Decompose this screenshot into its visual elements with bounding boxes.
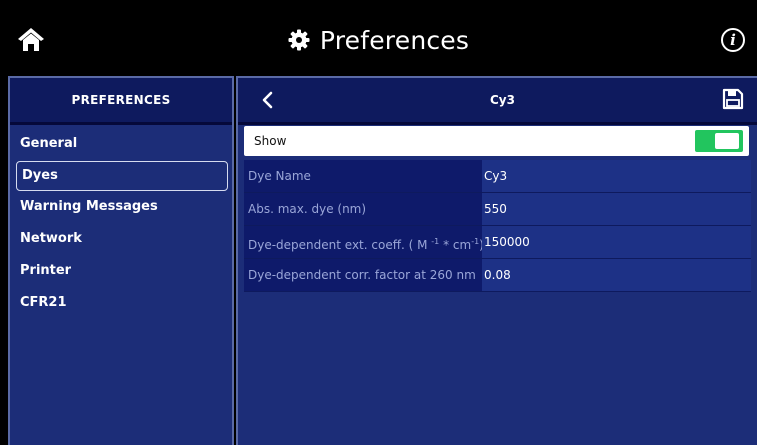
table-row: Dye-dependent ext. coeff. ( M -1 * cm-1)…	[244, 226, 751, 259]
sidebar-title: PREFERENCES	[10, 78, 232, 125]
save-icon	[722, 88, 744, 110]
sidebar-item-dyes[interactable]: Dyes	[16, 161, 228, 191]
dye-name-label: Dye Name	[244, 160, 482, 192]
ext-coeff-value[interactable]: 150000	[482, 226, 751, 258]
save-button[interactable]	[722, 88, 744, 110]
sidebar-item-warning-messages[interactable]: Warning Messages	[10, 191, 232, 223]
sidebar-item-general[interactable]: General	[10, 128, 232, 160]
show-label: Show	[254, 134, 287, 148]
table-row: Dye Name Cy3	[244, 160, 751, 193]
abs-max-label: Abs. max. dye (nm)	[244, 193, 482, 225]
corr-factor-value[interactable]: 0.08	[482, 259, 751, 291]
gear-icon	[288, 29, 310, 51]
toggle-knob	[715, 133, 739, 149]
sidebar-item-cfr21[interactable]: CFR21	[10, 287, 232, 319]
abs-max-value[interactable]: 550	[482, 193, 751, 225]
title-area: Preferences	[0, 22, 757, 58]
page-title: Preferences	[319, 25, 470, 55]
table-row: Dye-dependent corr. factor at 260 nm 0.0…	[244, 259, 751, 292]
show-row: Show	[244, 126, 749, 156]
info-button[interactable]: i	[721, 28, 745, 52]
detail-header: Cy3	[238, 78, 757, 125]
sidebar-item-network[interactable]: Network	[10, 223, 232, 255]
dye-properties-table: Dye Name Cy3 Abs. max. dye (nm) 550 Dye-…	[244, 160, 751, 292]
detail-title: Cy3	[490, 93, 515, 107]
sidebar-item-printer[interactable]: Printer	[10, 255, 232, 287]
top-bar: Preferences i	[0, 0, 757, 72]
corr-factor-label: Dye-dependent corr. factor at 260 nm	[244, 259, 482, 291]
dye-name-value[interactable]: Cy3	[482, 160, 751, 192]
show-toggle[interactable]	[695, 130, 743, 152]
table-row: Abs. max. dye (nm) 550	[244, 193, 751, 226]
sidebar: PREFERENCES General Dyes Warning Message…	[8, 76, 234, 445]
detail-panel: Cy3 Show Dye Name Cy3 Abs. max. dye (nm)…	[236, 76, 757, 445]
ext-coeff-label: Dye-dependent ext. coeff. ( M -1 * cm-1)	[244, 226, 482, 258]
info-icon: i	[730, 31, 736, 49]
